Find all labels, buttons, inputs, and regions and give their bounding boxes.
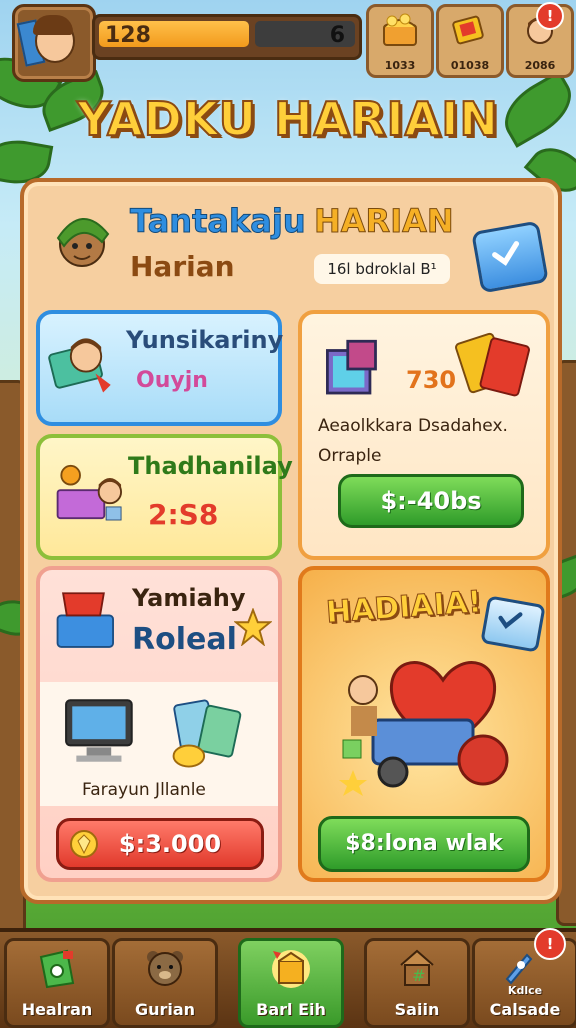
gift-box-icon (56, 464, 122, 521)
header-title-primary: Tantakaju (130, 202, 307, 241)
chest-icon (383, 13, 417, 46)
ticket-icon (452, 15, 484, 45)
star-icon (234, 608, 272, 646)
offer-pink-title: Yamiahy (132, 584, 246, 612)
resource-ticket-label: 01038 (450, 59, 490, 72)
treasure-box-icon (56, 592, 114, 648)
offer-card-pink[interactable]: Yamiahy Roleal Farayun Jllanle $:3.000 (36, 566, 282, 882)
special-offer-card[interactable]: HADIAIA! $8:lona wlak (298, 566, 550, 882)
offer-cube-desc: Aeaolkkara Dsadahex. (318, 416, 508, 436)
nav-gurian[interactable]: Gurian (112, 938, 218, 1028)
level-value: 6 (329, 23, 345, 48)
notification-badge[interactable]: ! (536, 2, 564, 30)
nav-calsade-label: Calsade (489, 1000, 561, 1019)
special-offer-buy-button[interactable]: $8:lona wlak (318, 816, 530, 872)
offer-pink-buy-button[interactable]: $:3.000 (56, 818, 264, 870)
gem-icon (70, 830, 98, 858)
nav-barl-eih-label: Barl Eih (256, 1000, 326, 1019)
nav-gurian-label: Gurian (134, 1000, 196, 1019)
box-icon (272, 950, 310, 988)
resource-chest-label: 1033 (384, 59, 416, 72)
resource-chest[interactable]: 1033 (366, 4, 434, 78)
nav-barl-eih[interactable]: Barl Eih (238, 938, 344, 1028)
offer-yellow-timer: 2:S8 (148, 498, 219, 531)
house-icon: # (400, 949, 434, 986)
header-share-button[interactable] (471, 220, 549, 294)
cube-icon (326, 339, 377, 395)
offer-card-cube[interactable]: 730 Aeaolkkara Dsadahex. Orraple $:-40bs (298, 310, 550, 560)
offer-card-blue[interactable]: Yunsikariny Ouyjn (36, 310, 284, 426)
resource-friend-label: 2086 (524, 59, 556, 72)
rocket-icon (505, 953, 533, 985)
special-offer-title: HADIAIA! (324, 584, 483, 631)
cards-coin-icon (172, 699, 242, 768)
top-bar: 128 6 1033 01038 2086 ! (0, 0, 576, 82)
offer-cube-desc2: Orraple (318, 446, 382, 466)
avatar-hair (33, 15, 73, 35)
map-icon (39, 949, 75, 989)
offer-blue-title: Yunsikariny (126, 326, 284, 354)
header-title-secondary: HARIAN (314, 202, 455, 241)
offer-card-yellow[interactable]: Thadhanilay 2:S8 (36, 434, 293, 560)
character-portrait-icon (56, 217, 110, 267)
page-title: YADKU HARIAIN (76, 91, 499, 147)
bottom-nav: Healran Gurian Barl Eih # Saiin Kdlce Ca… (0, 928, 576, 1028)
character-icon (48, 338, 111, 393)
svg-text:#: # (412, 966, 425, 985)
offer-cube-amount: 730 (406, 366, 457, 394)
cards-bundle-icon (455, 332, 530, 397)
offer-yellow-title: Thadhanilay (128, 452, 293, 480)
checkmark-icon (492, 241, 520, 266)
daily-panel: Tantakaju HARIAN Harian 16l bdroklal B¹ … (20, 178, 562, 904)
offer-cube-buy-button[interactable]: $:-40bs (338, 474, 524, 528)
nav-notification-badge[interactable]: ! (534, 928, 566, 960)
xp-value: 128 (105, 23, 151, 48)
resource-ticket[interactable]: 01038 (436, 4, 504, 78)
special-offer-badge-button[interactable] (480, 595, 546, 653)
header-info-pill: 16l bdroklal B¹ (314, 254, 450, 284)
xp-bar: 128 6 (92, 14, 362, 60)
nav-saiin-label: Saiin (394, 1000, 440, 1019)
offer-pink-caption: Farayun Jllanle (82, 780, 206, 800)
offer-pink-subtitle: Roleal (132, 622, 237, 657)
player-avatar[interactable] (12, 4, 96, 82)
header-subtitle: Harian (130, 250, 235, 283)
nav-calsade-top-label: Kdlce (507, 984, 543, 997)
heart-cart-icon (339, 661, 509, 796)
nav-healran[interactable]: Healran (4, 938, 110, 1028)
offer-blue-subtitle: Ouyjn (136, 368, 208, 393)
bear-icon (147, 951, 183, 986)
nav-saiin[interactable]: # Saiin (364, 938, 470, 1028)
nav-healran-label: Healran (21, 1000, 93, 1019)
computer-icon (65, 699, 133, 762)
checkmark-icon (498, 612, 523, 629)
offer-pink-price: $:3.000 (118, 830, 222, 858)
